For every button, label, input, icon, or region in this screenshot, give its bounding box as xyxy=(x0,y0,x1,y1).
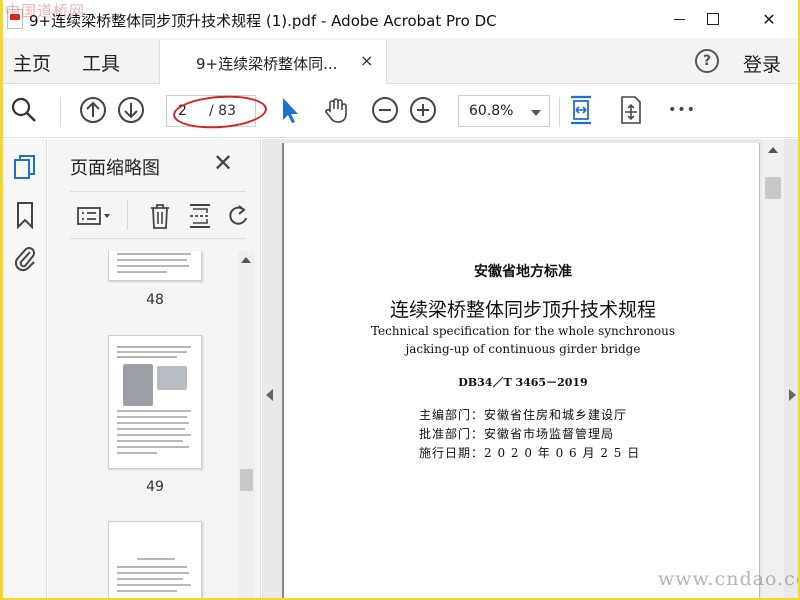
document-scrollbar[interactable] xyxy=(762,139,784,598)
maximize-button[interactable] xyxy=(690,0,736,38)
tab-close-button[interactable]: × xyxy=(360,51,373,70)
thumbnail-panel: 页面缩略图 ✕ 48 49 xyxy=(48,139,261,598)
tab-bar: 主页 工具 9+连续梁桥整体同... × ? 登录 xyxy=(3,38,798,84)
toolbar-divider xyxy=(559,97,560,127)
bookmark-icon[interactable] xyxy=(10,200,40,230)
scrollbar-thumb[interactable] xyxy=(240,469,253,491)
hand-tool-icon[interactable] xyxy=(321,95,351,125)
watermark-top: 中国道桥网 xyxy=(5,2,86,20)
more-tools-icon[interactable]: ••• xyxy=(667,95,697,125)
approval-department: 批准部门：安徽省市场监督管理局 xyxy=(419,427,615,441)
page-thumbnail[interactable] xyxy=(108,521,202,598)
tab-document[interactable]: 9+连续梁桥整体同... × xyxy=(159,40,387,84)
options-menu-icon[interactable] xyxy=(75,202,115,230)
document-view: 安徽省地方标准 连续梁桥整体同步顶升技术规程 Technical specifi… xyxy=(262,139,798,598)
standard-code: DB34／T 3465－2019 xyxy=(458,376,588,389)
panel-divider xyxy=(127,200,128,230)
rotate-view-icon[interactable] xyxy=(616,95,646,125)
insert-page-icon[interactable] xyxy=(186,202,214,230)
help-icon[interactable]: ? xyxy=(695,49,719,73)
window-title: 9+连续梁桥整体同步顶升技术规程 (1).pdf - Adobe Acrobat… xyxy=(29,12,497,30)
login-button[interactable]: 登录 xyxy=(743,50,781,77)
page-thumbnail[interactable] xyxy=(108,335,202,469)
document-title-en-line1: Technical specification for the whole sy… xyxy=(370,324,676,338)
close-panel-button[interactable]: ✕ xyxy=(213,149,233,177)
fit-page-icon[interactable] xyxy=(566,95,596,125)
zoom-out-icon[interactable] xyxy=(370,95,400,125)
page-thumbnail[interactable] xyxy=(108,251,202,281)
delete-page-icon[interactable] xyxy=(146,202,174,230)
watermark-bottom: www.cndao.com xyxy=(658,568,798,590)
page-number-label: 48 xyxy=(146,292,164,308)
thumbnail-toolbar xyxy=(70,191,247,239)
next-page-icon[interactable] xyxy=(116,95,146,125)
chevron-down-icon xyxy=(531,110,541,116)
collapse-right-panel-icon[interactable] xyxy=(789,389,796,401)
zoom-dropdown[interactable]: 60.8% xyxy=(458,95,550,127)
acrobat-window: 9+连续梁桥整体同步顶升技术规程 (1).pdf - Adobe Acrobat… xyxy=(3,0,798,598)
tab-document-label: 9+连续梁桥整体同... xyxy=(196,55,338,73)
scroll-up-icon[interactable] xyxy=(768,147,778,153)
rotate-page-icon[interactable] xyxy=(225,202,253,230)
main-toolbar: 2 / 83 60.8% ••• xyxy=(3,85,798,138)
zoom-in-icon[interactable] xyxy=(408,95,438,125)
zoom-value: 60.8% xyxy=(469,103,514,119)
thumbnail-scrollbar[interactable] xyxy=(238,251,255,598)
document-title-cn: 连续梁桥整体同步顶升技术规程 xyxy=(389,299,656,321)
editor-department: 主编部门：安徽省住房和城乡建设厅 xyxy=(419,408,628,422)
scroll-up-icon[interactable] xyxy=(241,257,251,263)
pdf-page: 安徽省地方标准 连续梁桥整体同步顶升技术规程 Technical specifi… xyxy=(282,143,760,598)
toolbar-divider xyxy=(60,97,61,127)
tab-home[interactable]: 主页 xyxy=(13,49,51,76)
effective-date: 施行日期：2 0 2 0 年 0 6 月 2 5 日 xyxy=(419,446,641,460)
page-number-label: 49 xyxy=(146,479,164,495)
document-title-en-line2: jacking-up of continuous girder bridge xyxy=(405,342,641,356)
scrollbar-thumb[interactable] xyxy=(765,177,781,199)
tab-tools[interactable]: 工具 xyxy=(82,49,120,76)
search-icon[interactable] xyxy=(9,95,39,125)
page-thumbnails-icon[interactable] xyxy=(10,153,40,183)
previous-page-icon[interactable] xyxy=(78,95,108,125)
select-cursor-icon[interactable] xyxy=(275,95,305,125)
standard-type: 安徽省地方标准 xyxy=(474,264,572,280)
left-navigation-pane xyxy=(3,139,47,598)
panel-title: 页面缩略图 xyxy=(70,158,160,179)
collapse-left-panel-icon[interactable] xyxy=(266,389,273,401)
close-window-button[interactable]: ✕ xyxy=(746,0,792,38)
attachment-icon[interactable] xyxy=(10,243,40,273)
title-bar: 9+连续梁桥整体同步顶升技术规程 (1).pdf - Adobe Acrobat… xyxy=(3,0,798,38)
